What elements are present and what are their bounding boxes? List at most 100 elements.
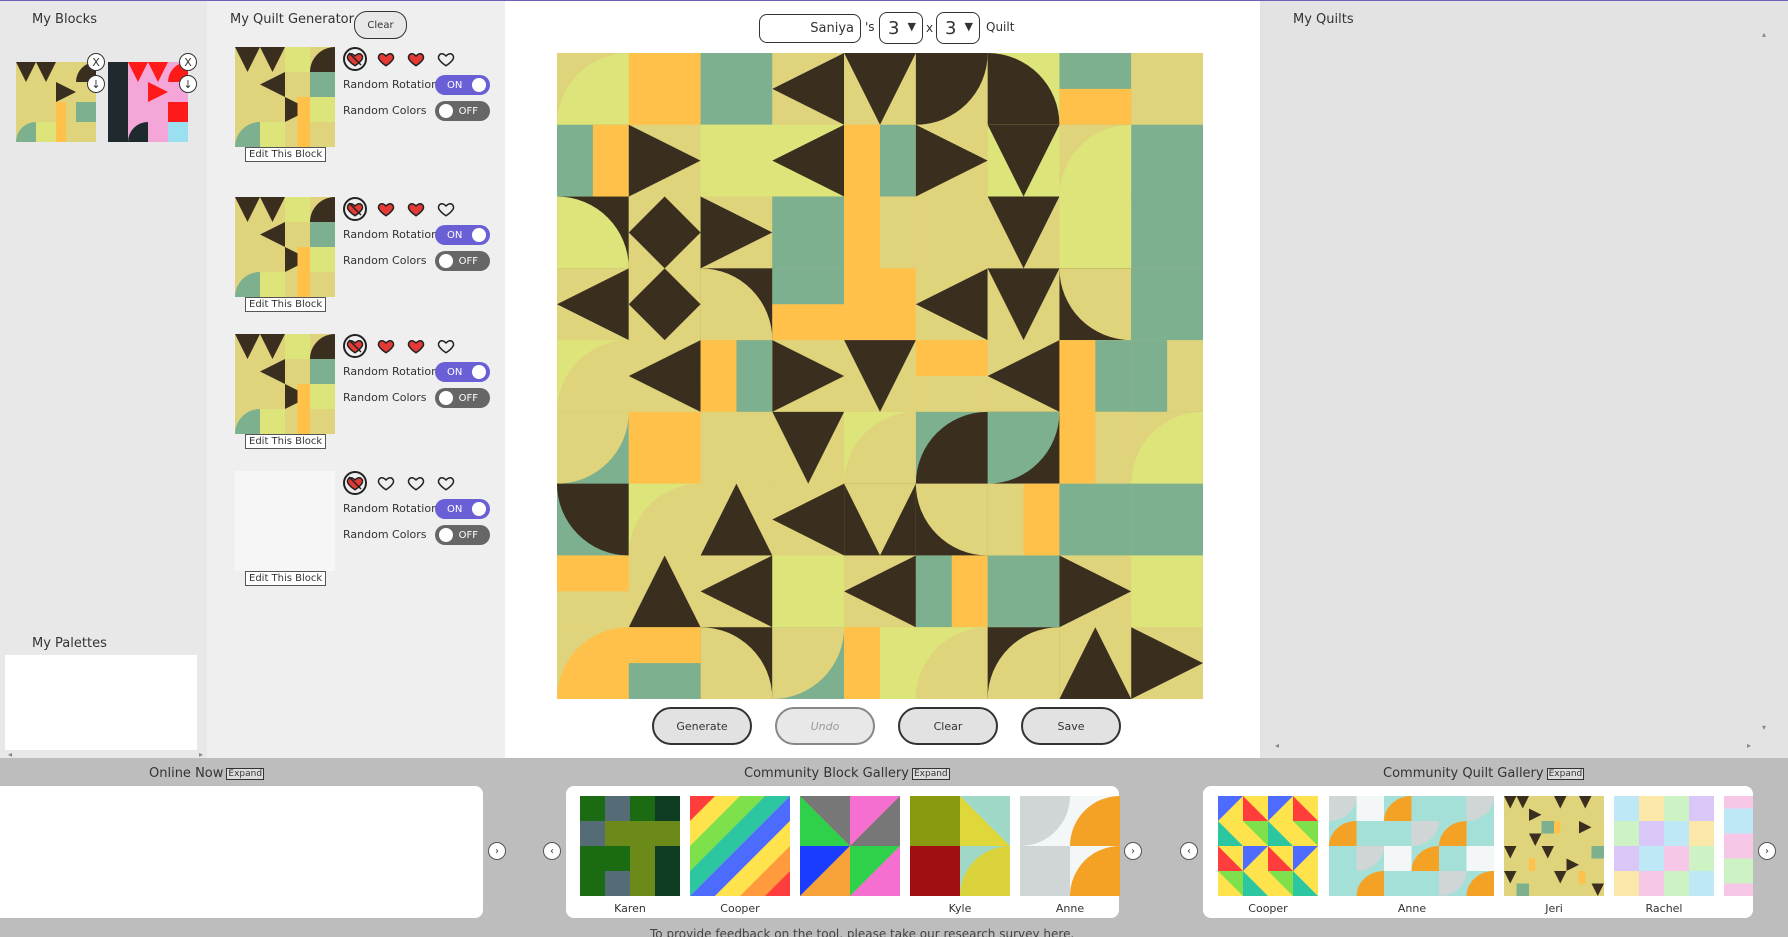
times-label: x — [926, 21, 934, 35]
block-gallery-prev-button[interactable]: ‹ — [543, 842, 561, 860]
remove-heart-icon[interactable] — [343, 334, 367, 358]
quilt-shape — [880, 196, 916, 269]
quilt-shape — [1059, 88, 1132, 125]
edit-block-button[interactable]: Edit This Block — [245, 147, 327, 162]
heart-icon[interactable] — [375, 198, 397, 220]
remove-heart-icon[interactable] — [343, 197, 367, 221]
random-rotation-toggle[interactable]: ON — [435, 225, 490, 245]
quilt-shape — [592, 124, 629, 197]
my-quilts-scrollbar[interactable]: ▴ ▾ — [1762, 30, 1770, 735]
quilt-shape — [1095, 340, 1132, 412]
quilt-shape — [1095, 411, 1132, 484]
download-block-2-button[interactable]: ↓ — [179, 75, 197, 93]
heart-icon[interactable] — [435, 335, 457, 357]
block-gallery-expand-button[interactable]: Expand — [911, 767, 950, 780]
heart-icon[interactable] — [405, 48, 427, 70]
gallery-block-cooper[interactable] — [690, 796, 790, 896]
quilt-gallery-expand-button[interactable]: Expand — [1546, 767, 1585, 780]
clear-quilt-button[interactable]: Clear — [898, 707, 998, 745]
block-gallery-name: Kyle — [948, 902, 972, 915]
my-palettes-title: My Palettes — [32, 636, 107, 651]
edit-block-button[interactable]: Edit This Block — [245, 571, 327, 586]
heart-icon[interactable] — [405, 198, 427, 220]
heart-icon[interactable] — [435, 198, 457, 220]
weight-hearts — [343, 471, 457, 495]
generator-block-preview[interactable] — [235, 471, 335, 571]
remove-block-1-button[interactable]: X — [87, 53, 105, 71]
generator-block-preview[interactable] — [235, 334, 335, 434]
generator-block-preview[interactable] — [235, 47, 335, 147]
toggle-knob — [439, 104, 453, 118]
random-colors-toggle[interactable]: OFF — [435, 251, 490, 271]
random-colors-toggle[interactable]: OFF — [435, 388, 490, 408]
rows-value: 3 — [945, 17, 957, 39]
edit-block-button[interactable]: Edit This Block — [245, 297, 327, 312]
generator-block-preview[interactable] — [235, 197, 335, 297]
scroll-up-icon[interactable]: ▴ — [1762, 30, 1766, 39]
scroll-left-icon[interactable]: ◂ — [1275, 741, 1279, 750]
remove-heart-icon[interactable] — [343, 471, 367, 495]
gallery-quilt-partial[interactable] — [1724, 796, 1753, 896]
online-now-expand-button[interactable]: Expand — [226, 767, 265, 780]
gallery-block-anne[interactable] — [1020, 796, 1120, 896]
toggle-state-label: ON — [447, 229, 463, 241]
heart-icon[interactable] — [375, 335, 397, 357]
heart-icon[interactable] — [435, 48, 457, 70]
heart-icon[interactable] — [375, 48, 397, 70]
save-button[interactable]: Save — [1021, 707, 1121, 745]
heart-icon[interactable] — [405, 335, 427, 357]
undo-button[interactable]: Undo — [775, 707, 875, 745]
gallery-block-karen[interactable] — [580, 796, 680, 896]
my-quilts-hscrollbar[interactable]: ◂ ▸ — [1275, 741, 1755, 753]
random-colors-label: Random Colors — [343, 254, 427, 267]
quilt-gallery-header: Community Quilt Gallery Expand — [1383, 766, 1585, 781]
my-block-2[interactable] — [108, 62, 188, 142]
columns-select[interactable]: 3 ▼ — [879, 12, 923, 44]
gallery-block-kyle[interactable] — [910, 796, 1010, 896]
heart-icon[interactable] — [375, 472, 397, 494]
download-block-1-button[interactable]: ↓ — [87, 75, 105, 93]
feedback-text[interactable]: To provide feedback on the tool, please … — [650, 927, 1074, 937]
toggle-state-label: ON — [447, 366, 463, 378]
my-block-1[interactable] — [16, 62, 96, 142]
quilt-gallery-next-button[interactable]: › — [1758, 842, 1776, 860]
heart-icon[interactable] — [435, 472, 457, 494]
gallery-block-unnamed[interactable] — [800, 796, 900, 896]
gallery-quilt-cooper[interactable] — [1218, 796, 1318, 896]
generator-row: Edit This Block Random Rotation ON Rando… — [235, 471, 495, 601]
scroll-right-icon[interactable]: ▸ — [1747, 741, 1751, 750]
quilter-name-input[interactable]: Saniya — [759, 14, 861, 43]
block-gallery-next-button[interactable]: › — [1124, 842, 1142, 860]
quilt-shape — [557, 591, 629, 628]
quilt-cell — [1131, 268, 1203, 341]
online-now-next-button[interactable]: › — [488, 842, 506, 860]
random-colors-toggle[interactable]: OFF — [435, 101, 490, 121]
quilt-gallery-prev-button[interactable]: ‹ — [1180, 842, 1198, 860]
random-rotation-toggle[interactable]: ON — [435, 499, 490, 519]
gallery-quilt-rachel[interactable] — [1614, 796, 1714, 896]
toggle-knob — [439, 391, 453, 405]
quilt-gallery-name: Rachel — [1645, 902, 1683, 915]
my-quilts-title: My Quilts — [1293, 12, 1354, 27]
heart-icon[interactable] — [405, 472, 427, 494]
toggle-knob — [439, 254, 453, 268]
gallery-quilt-anne[interactable] — [1329, 796, 1494, 896]
gallery-quilt-jeri[interactable] — [1504, 796, 1604, 896]
quilt-shape — [880, 124, 916, 197]
random-rotation-label: Random Rotation — [343, 228, 439, 241]
generate-button[interactable]: Generate — [652, 707, 752, 745]
random-colors-toggle[interactable]: OFF — [435, 525, 490, 545]
generator-clear-button[interactable]: Clear — [354, 11, 407, 39]
remove-heart-icon[interactable] — [343, 47, 367, 71]
random-rotation-label: Random Rotation — [343, 502, 439, 515]
online-now-header: Online Now Expand — [149, 766, 265, 781]
random-rotation-toggle[interactable]: ON — [435, 75, 490, 95]
quilt-preview[interactable] — [557, 53, 1203, 699]
edit-block-button[interactable]: Edit This Block — [245, 434, 327, 449]
rows-select[interactable]: 3 ▼ — [936, 12, 980, 44]
remove-block-2-button[interactable]: X — [179, 53, 197, 71]
toggle-knob — [439, 528, 453, 542]
quilt-cell — [628, 53, 701, 125]
scroll-down-icon[interactable]: ▾ — [1762, 723, 1766, 732]
random-rotation-toggle[interactable]: ON — [435, 362, 490, 382]
